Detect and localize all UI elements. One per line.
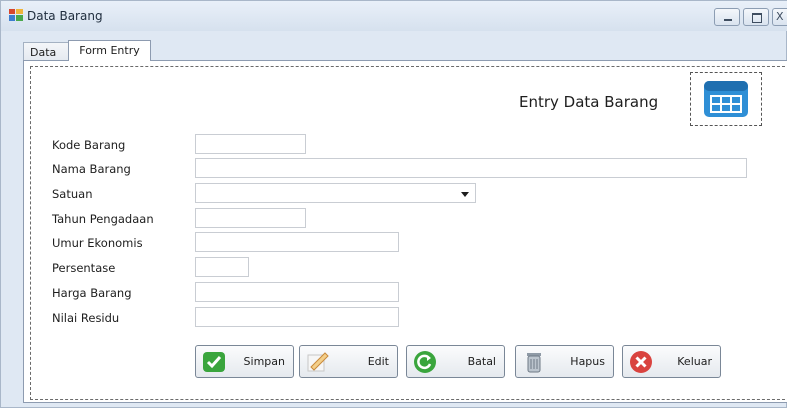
app-icon bbox=[9, 9, 23, 21]
tab-form-entry[interactable]: Form Entry bbox=[68, 40, 151, 61]
batal-label: Batal bbox=[467, 355, 496, 368]
keluar-label: Keluar bbox=[677, 355, 712, 368]
heading-icon-frame bbox=[690, 72, 762, 126]
label-umur-ekonomis: Umur Ekonomis bbox=[52, 236, 143, 250]
trash-icon bbox=[527, 353, 541, 373]
form-entry-panel: Entry Data Barang Kode Barang Nama Baran… bbox=[23, 60, 787, 403]
check-icon bbox=[203, 352, 225, 372]
batal-button[interactable]: Batal bbox=[406, 345, 505, 378]
pencil-icon bbox=[307, 352, 329, 372]
minimize-button[interactable] bbox=[714, 8, 740, 26]
simpan-label: Simpan bbox=[243, 355, 285, 368]
window-title: Data Barang bbox=[27, 9, 103, 23]
app-window: Data Barang X Data Form Entry Entry Data… bbox=[0, 0, 787, 408]
tab-data[interactable]: Data bbox=[23, 42, 70, 61]
tab-strip: Data Form Entry bbox=[23, 40, 151, 61]
edit-label: Edit bbox=[367, 355, 389, 368]
umur-ekonomis-input[interactable] bbox=[195, 232, 399, 252]
label-satuan: Satuan bbox=[52, 187, 93, 201]
hapus-label: Hapus bbox=[570, 355, 605, 368]
chevron-down-icon[interactable] bbox=[461, 192, 469, 197]
close-window-button[interactable]: X bbox=[772, 8, 787, 26]
label-tahun-pengadaan: Tahun Pengadaan bbox=[52, 212, 154, 226]
label-nilai-residu: Nilai Residu bbox=[52, 311, 120, 325]
satuan-select[interactable] bbox=[195, 183, 476, 203]
label-kode-barang: Kode Barang bbox=[52, 138, 126, 152]
close-glyph: X bbox=[776, 10, 784, 23]
close-icon bbox=[630, 351, 652, 373]
label-persentase: Persentase bbox=[52, 261, 116, 275]
title-bar[interactable]: Data Barang X bbox=[1, 1, 787, 31]
form-heading: Entry Data Barang bbox=[519, 93, 659, 111]
kode-barang-input[interactable] bbox=[195, 134, 306, 154]
nilai-residu-input[interactable] bbox=[195, 307, 399, 327]
window-controls: X bbox=[714, 8, 787, 26]
tahun-pengadaan-input[interactable] bbox=[195, 208, 306, 228]
simpan-button[interactable]: Simpan bbox=[195, 345, 294, 378]
label-nama-barang: Nama Barang bbox=[52, 162, 131, 176]
table-icon bbox=[704, 81, 748, 117]
maximize-button[interactable] bbox=[743, 8, 769, 26]
harga-barang-input[interactable] bbox=[195, 282, 399, 302]
undo-icon bbox=[414, 351, 436, 373]
persentase-input[interactable] bbox=[195, 257, 249, 277]
form-container: Entry Data Barang Kode Barang Nama Baran… bbox=[30, 66, 787, 400]
edit-button[interactable]: Edit bbox=[299, 345, 398, 378]
keluar-button[interactable]: Keluar bbox=[622, 345, 721, 378]
nama-barang-input[interactable] bbox=[195, 158, 747, 178]
label-harga-barang: Harga Barang bbox=[52, 286, 132, 300]
hapus-button[interactable]: Hapus bbox=[515, 345, 614, 378]
